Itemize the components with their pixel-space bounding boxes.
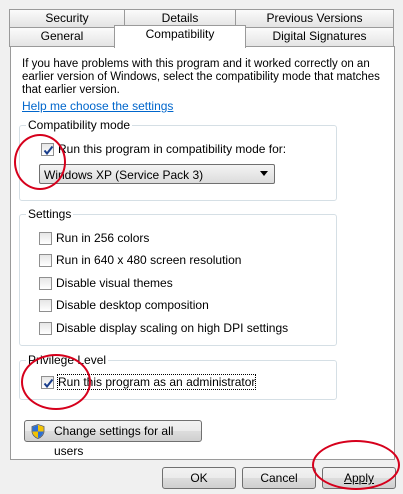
chevron-down-icon [260, 171, 268, 176]
tab-label: Compatibility [145, 27, 215, 41]
uac-shield-icon [31, 424, 45, 439]
apply-button[interactable]: Apply [322, 467, 396, 489]
cancel-button[interactable]: Cancel [242, 467, 316, 489]
tab-security[interactable]: Security [9, 9, 125, 27]
tab-label: Previous Versions [266, 11, 363, 25]
compat-mode-label: Run this program in compatibility mode f… [58, 142, 287, 156]
checkmark-icon [43, 378, 54, 389]
group-title: Settings [26, 207, 74, 221]
settings-group: Settings Run in 256 colors Run in 640 x … [19, 207, 337, 346]
tab-previous-versions[interactable]: Previous Versions [235, 9, 394, 27]
setting-dpi-scaling-checkbox[interactable] [39, 322, 52, 335]
compat-mode-checkbox[interactable] [41, 143, 54, 156]
compatibility-panel: If you have problems with this program a… [10, 46, 395, 460]
group-title: Privilege Level [26, 353, 109, 367]
tab-label: Digital Signatures [272, 29, 367, 43]
compatibility-mode-group: Compatibility mode Run this program in c… [19, 118, 337, 201]
compat-mode-select[interactable]: Windows XP (Service Pack 3) [39, 164, 275, 184]
setting-label: Run in 256 colors [56, 231, 150, 245]
setting-label: Disable visual themes [56, 276, 173, 290]
tab-label: Details [161, 11, 199, 25]
apply-label: Apply [343, 471, 375, 485]
setting-label: Run in 640 x 480 screen resolution [56, 253, 242, 267]
checkmark-icon [43, 145, 54, 156]
group-title: Compatibility mode [26, 118, 133, 132]
cancel-label: Cancel [260, 471, 298, 485]
tab-digital-signatures[interactable]: Digital Signatures [245, 27, 394, 47]
compat-mode-value: Windows XP (Service Pack 3) [44, 168, 204, 182]
setting-640x480-checkbox[interactable] [39, 254, 52, 267]
run-as-admin-checkbox[interactable] [41, 376, 54, 389]
tab-general[interactable]: General [9, 27, 115, 47]
ok-button[interactable]: OK [162, 467, 236, 489]
tab-label: General [40, 29, 84, 43]
help-link[interactable]: Help me choose the settings [22, 99, 173, 113]
setting-desktop-composition-checkbox[interactable] [39, 299, 52, 312]
tab-label: Security [45, 11, 89, 25]
setting-label: Disable display scaling on high DPI sett… [56, 321, 289, 335]
intro-text: If you have problems with this program a… [22, 58, 380, 96]
run-as-admin-label: Run this program as an administrator [56, 374, 257, 390]
ok-label: OK [190, 471, 208, 485]
setting-visual-themes-checkbox[interactable] [39, 277, 52, 290]
setting-256-colors-checkbox[interactable] [39, 232, 52, 245]
privilege-level-group: Privilege Level Run this program as an a… [19, 353, 337, 400]
change-settings-all-users-button[interactable]: Change settings for all users [24, 420, 202, 458]
change-settings-label: Change settings for all users [54, 424, 174, 458]
tab-compatibility[interactable]: Compatibility [114, 25, 246, 48]
setting-label: Disable desktop composition [56, 298, 209, 312]
